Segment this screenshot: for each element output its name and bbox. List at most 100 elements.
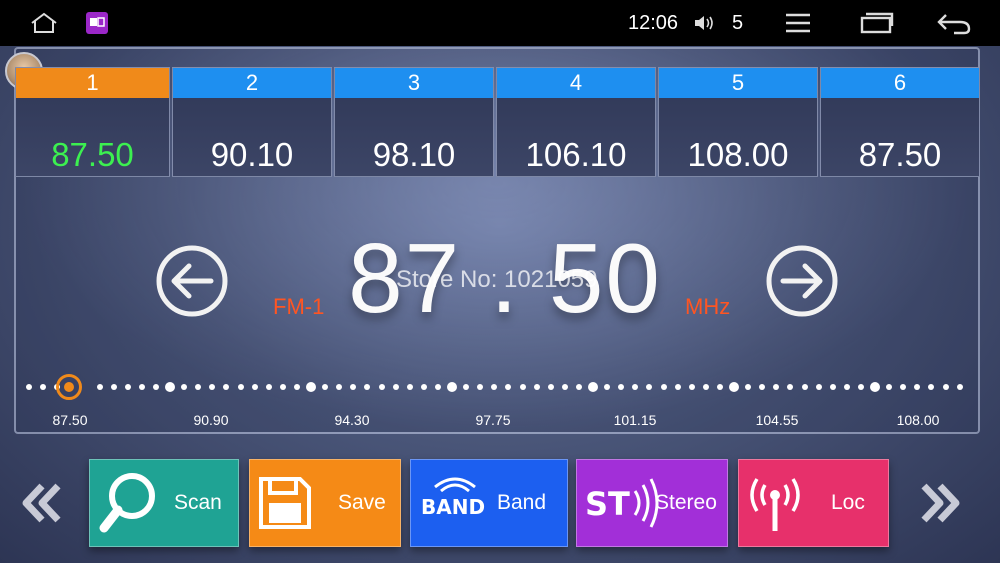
dial-knob[interactable] bbox=[56, 374, 82, 400]
seek-up-button[interactable] bbox=[765, 244, 839, 318]
dial-tick-label: 94.30 bbox=[334, 412, 370, 428]
dial-dot bbox=[900, 384, 907, 390]
band-label: FM-1 bbox=[273, 294, 325, 319]
dial-dot bbox=[729, 382, 739, 392]
arrow-left-icon bbox=[156, 245, 228, 317]
floppy-disk-icon bbox=[259, 477, 311, 529]
dial-dot bbox=[829, 384, 836, 390]
preset-number: 3 bbox=[335, 68, 493, 98]
menu-icon[interactable] bbox=[782, 0, 814, 46]
preset-frequency: 98.10 bbox=[372, 136, 456, 173]
preset-frequency: 108.00 bbox=[687, 136, 789, 173]
dial-dot bbox=[491, 384, 498, 390]
dial-dot bbox=[942, 384, 949, 390]
dial-dot bbox=[279, 384, 286, 390]
preset-6[interactable]: 6 87.50 bbox=[820, 67, 980, 177]
dial-dot bbox=[914, 384, 921, 390]
preset-number: 2 bbox=[173, 68, 331, 98]
scan-button[interactable]: Scan bbox=[89, 459, 239, 547]
loc-label: Loc bbox=[831, 491, 865, 514]
dial-dot bbox=[688, 384, 695, 390]
seek-down-button[interactable] bbox=[155, 244, 229, 318]
dial-dot bbox=[702, 384, 709, 390]
dial-dot bbox=[434, 384, 441, 390]
band-button[interactable]: BAND Band bbox=[410, 459, 568, 547]
frequency-dial[interactable] bbox=[22, 376, 972, 400]
dial-dot bbox=[378, 384, 385, 390]
dial-dot bbox=[406, 384, 413, 390]
save-button[interactable]: Save bbox=[249, 459, 401, 547]
dial-dot bbox=[40, 384, 47, 390]
dial-dot bbox=[815, 384, 822, 390]
dial-dot bbox=[561, 384, 568, 390]
app-notification-icon bbox=[84, 0, 110, 46]
scan-label: Scan bbox=[174, 491, 222, 514]
dial-dot bbox=[660, 384, 667, 390]
preset-number: 4 bbox=[497, 68, 655, 98]
preset-number: 5 bbox=[659, 68, 817, 98]
dial-dot bbox=[110, 384, 117, 390]
dial-tick-label: 101.15 bbox=[613, 412, 657, 428]
stereo-icon: ST bbox=[585, 473, 659, 533]
back-icon[interactable] bbox=[934, 0, 974, 46]
dial-dot bbox=[223, 384, 230, 390]
dial-dot bbox=[138, 384, 145, 390]
dial-tick-label: 87.50 bbox=[52, 412, 88, 428]
loc-button[interactable]: Loc bbox=[738, 459, 889, 547]
volume-icon bbox=[692, 0, 716, 46]
dial-dot bbox=[787, 384, 794, 390]
preset-4[interactable]: 4 106.10 bbox=[496, 67, 656, 177]
dial-dot bbox=[519, 384, 526, 390]
preset-number: 6 bbox=[821, 68, 979, 98]
dial-dot bbox=[96, 384, 103, 390]
dial-dot bbox=[181, 384, 188, 390]
dial-dot bbox=[632, 384, 639, 390]
dial-dot bbox=[306, 382, 316, 392]
preset-1[interactable]: 1 87.50 bbox=[15, 67, 170, 177]
dial-dot bbox=[928, 384, 935, 390]
preset-5[interactable]: 5 108.00 bbox=[658, 67, 818, 177]
dial-dot bbox=[886, 384, 893, 390]
dial-dot bbox=[124, 384, 131, 390]
dial-dot bbox=[547, 384, 554, 390]
dial-dot bbox=[463, 384, 470, 390]
status-bar: 12:06 5 bbox=[0, 0, 1000, 46]
clock: 12:06 bbox=[628, 12, 679, 34]
stereo-icon-text: ST bbox=[585, 485, 630, 523]
dial-dot bbox=[870, 382, 880, 392]
dial-dot bbox=[674, 384, 681, 390]
dial-dot bbox=[477, 384, 484, 390]
preset-3[interactable]: 3 98.10 bbox=[334, 67, 494, 177]
dial-dot bbox=[801, 384, 808, 390]
stereo-button[interactable]: ST Stereo bbox=[576, 459, 728, 547]
dial-dot bbox=[392, 384, 399, 390]
preset-frequency: 106.10 bbox=[525, 136, 627, 173]
unit-label: MHz bbox=[685, 294, 731, 319]
prev-page-button[interactable] bbox=[18, 478, 68, 528]
dial-dot bbox=[26, 384, 32, 390]
dial-dot bbox=[251, 384, 258, 390]
stereo-label: Stereo bbox=[655, 491, 717, 514]
dial-dot bbox=[716, 384, 723, 390]
dial-dot bbox=[956, 384, 963, 390]
dial-dot bbox=[152, 384, 159, 390]
dial-dot bbox=[857, 384, 864, 390]
preset-frequency: 87.50 bbox=[51, 136, 134, 173]
dial-tick-label: 108.00 bbox=[896, 412, 940, 428]
preset-2[interactable]: 2 90.10 bbox=[172, 67, 332, 177]
band-icon-text: BAND bbox=[421, 495, 486, 519]
next-page-button[interactable] bbox=[914, 478, 964, 528]
dial-dot bbox=[604, 384, 611, 390]
dial-dot bbox=[265, 384, 272, 390]
recent-apps-icon[interactable] bbox=[858, 0, 896, 46]
preset-number: 1 bbox=[16, 68, 169, 98]
volume-level: 5 bbox=[732, 12, 744, 34]
preset-frequency: 87.50 bbox=[858, 136, 942, 173]
dial-dot bbox=[588, 382, 598, 392]
dial-tick-label: 104.55 bbox=[755, 412, 799, 428]
double-chevron-left-icon bbox=[22, 483, 61, 523]
home-icon[interactable] bbox=[26, 0, 62, 46]
antenna-icon bbox=[750, 478, 800, 531]
watermark-text: Store No: 1021059 bbox=[396, 266, 598, 293]
dial-dot bbox=[646, 384, 653, 390]
